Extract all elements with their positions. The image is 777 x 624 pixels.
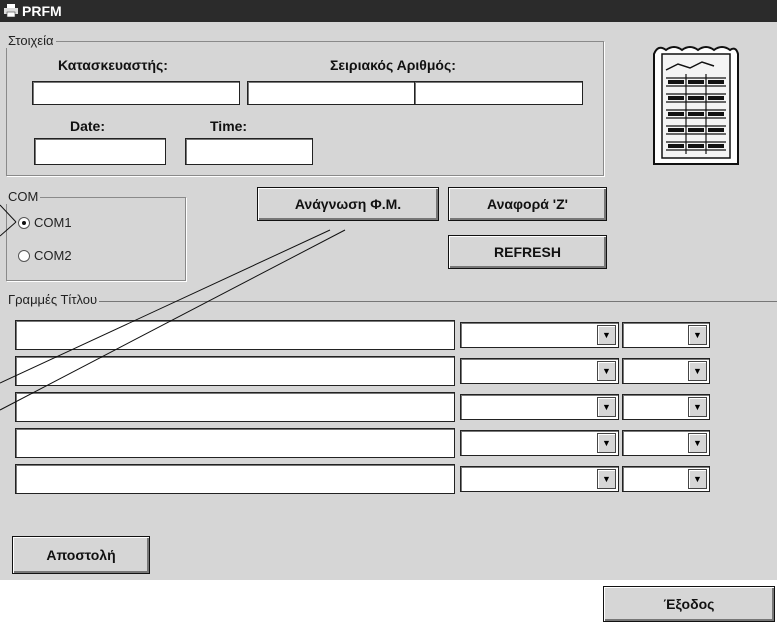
callout-lines (0, 204, 346, 411)
